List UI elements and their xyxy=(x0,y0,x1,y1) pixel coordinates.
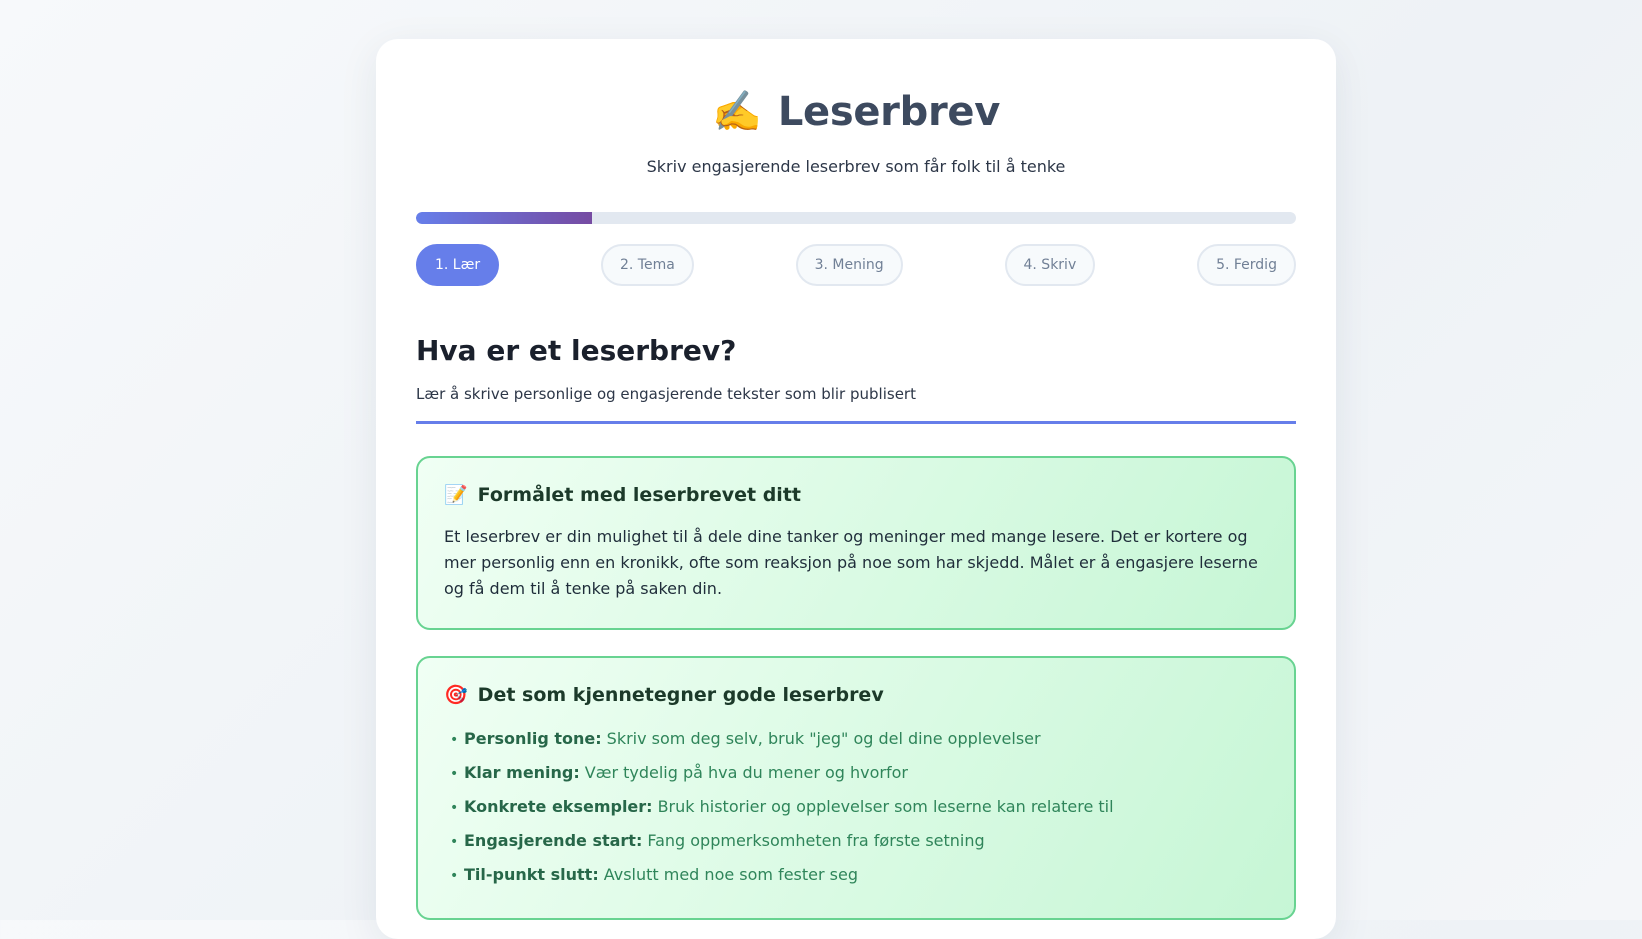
writing-hand-icon: ✍️ xyxy=(712,89,762,135)
section-header: Hva er et leserbrev? Lær å skrive person… xyxy=(416,334,1296,424)
step-5-button[interactable]: 5. Ferdig xyxy=(1197,244,1296,286)
list-item: • Klar mening: Vær tydelig på hva du men… xyxy=(450,756,1268,790)
step-2-button[interactable]: 2. Tema xyxy=(600,244,694,286)
feature-description: Vær tydelig på hva du mener og hvorfor xyxy=(584,763,908,782)
bullet-icon: • xyxy=(450,800,459,816)
section-title: Hva er et leserbrev? xyxy=(416,334,737,367)
purpose-box: 📝 Formålet med leserbrevet ditt Et leser… xyxy=(416,456,1296,630)
progress-fill xyxy=(416,212,592,224)
page-header: ✍️ Leserbrev Skriv engasjerende leserbre… xyxy=(416,39,1296,176)
purpose-box-text: Et leserbrev er din mulighet til å dele … xyxy=(444,527,1258,598)
features-box-title: Det som kjennetegner gode leserbrev xyxy=(477,684,884,706)
list-item: • Konkrete eksempler: Bruk historier og … xyxy=(450,790,1268,824)
bullet-icon: • xyxy=(450,766,459,782)
progress-bar xyxy=(416,212,1296,224)
section-subtitle: Lær å skrive personlige og engasjerende … xyxy=(416,385,916,403)
page-title: Leserbrev xyxy=(777,89,1000,135)
feature-name: Personlig tone: xyxy=(464,729,602,748)
purpose-box-header: 📝 Formålet med leserbrevet ditt xyxy=(444,484,1268,506)
step-1-button[interactable]: 1. Lær xyxy=(416,244,500,286)
bullet-icon: • xyxy=(450,732,459,748)
features-box: 🎯 Det som kjennetegner gode leserbrev • … xyxy=(416,656,1296,920)
page-subtitle: Skriv engasjerende leserbrev som får fol… xyxy=(646,157,1066,176)
step-4-button[interactable]: 4. Skriv xyxy=(1004,244,1096,286)
bullet-icon: • xyxy=(450,868,459,884)
feature-list: • Personlig tone: Skriv som deg selv, br… xyxy=(444,722,1268,892)
title-row: ✍️ Leserbrev xyxy=(416,89,1296,135)
list-item: • Personlig tone: Skriv som deg selv, br… xyxy=(450,722,1268,756)
step-3-button[interactable]: 3. Mening xyxy=(795,244,903,286)
list-item: • Engasjerende start: Fang oppmerksomhet… xyxy=(450,824,1268,858)
feature-name: Konkrete eksempler: xyxy=(464,797,653,816)
memo-icon: 📝 xyxy=(444,483,468,506)
target-icon: 🎯 xyxy=(444,683,468,706)
step-nav: 1. Lær 2. Tema 3. Mening 4. Skriv 5. Fer… xyxy=(416,244,1296,286)
bullet-icon: • xyxy=(450,834,459,850)
feature-description: Fang oppmerksomheten fra første setning xyxy=(647,831,985,850)
purpose-box-title: Formålet med leserbrevet ditt xyxy=(477,484,801,506)
feature-name: Engasjerende start: xyxy=(464,831,643,850)
features-box-header: 🎯 Det som kjennetegner gode leserbrev xyxy=(444,684,1268,706)
feature-name: Klar mening: xyxy=(464,763,580,782)
main-card: ✍️ Leserbrev Skriv engasjerende leserbre… xyxy=(376,39,1336,939)
feature-name: Til-punkt slutt: xyxy=(464,865,599,884)
feature-description: Skriv som deg selv, bruk "jeg" og del di… xyxy=(606,729,1041,748)
list-item: • Til-punkt slutt: Avslutt med noe som f… xyxy=(450,858,1268,892)
feature-description: Avslutt med noe som fester seg xyxy=(603,865,859,884)
feature-description: Bruk historier og opplevelser som lesern… xyxy=(657,797,1114,816)
